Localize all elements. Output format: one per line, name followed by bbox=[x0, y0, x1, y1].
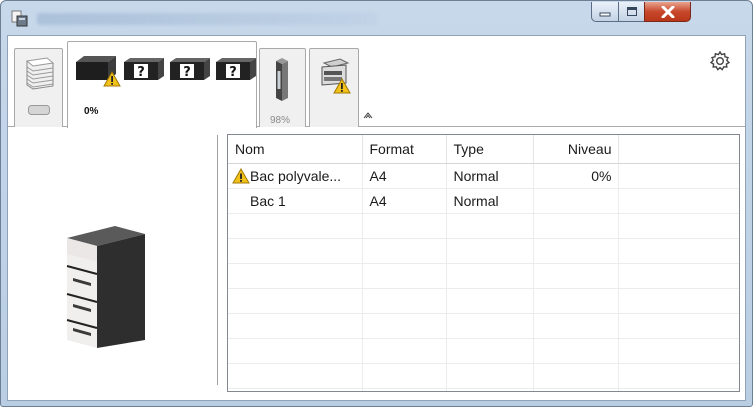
cartridge-unknown-icon: ? bbox=[124, 58, 164, 80]
empty-row bbox=[228, 338, 739, 364]
tray-name: Bac 1 bbox=[250, 192, 286, 209]
svg-text:?: ? bbox=[137, 65, 145, 80]
cartridge-unknown-icon: ? bbox=[216, 58, 256, 80]
svg-text:?: ? bbox=[229, 65, 237, 80]
empty-cell bbox=[618, 188, 739, 214]
column-header-format[interactable]: Format bbox=[362, 135, 447, 164]
title-bar[interactable] bbox=[1, 1, 752, 35]
svg-text:?: ? bbox=[183, 65, 191, 80]
gear-icon[interactable] bbox=[709, 50, 731, 72]
tray-name: Bac polyvale... bbox=[250, 167, 342, 184]
tray-level bbox=[533, 188, 619, 214]
tray-name-cell: Bac polyvale... bbox=[228, 163, 363, 189]
tab-paper[interactable] bbox=[14, 48, 63, 127]
empty-row bbox=[228, 238, 739, 264]
minimize-icon bbox=[599, 12, 611, 16]
empty-cell bbox=[618, 163, 739, 189]
tab-cartridges[interactable]: ? ? ? 0% bbox=[67, 41, 257, 128]
toner-icon bbox=[276, 58, 288, 101]
tray-type: Normal bbox=[446, 188, 534, 214]
tray-format: A4 bbox=[362, 163, 447, 189]
table-row[interactable]: Bac polyvale... A4 Normal 0% bbox=[228, 163, 739, 189]
toolbar: ? ? ? 0% 98% bbox=[8, 36, 745, 128]
column-header-name[interactable]: Nom bbox=[228, 135, 363, 164]
maximize-icon bbox=[626, 7, 637, 16]
printer-image bbox=[66, 226, 145, 348]
toner-level-label: 98% bbox=[270, 115, 291, 126]
table-row[interactable]: Bac 1 A4 Normal bbox=[228, 188, 739, 214]
empty-row bbox=[228, 288, 739, 314]
collapse-icon[interactable] bbox=[363, 111, 373, 119]
client-area: ? ? ? 0% 98% Nom Format Type Niveau Bac … bbox=[7, 35, 746, 401]
app-printer-icon bbox=[11, 10, 28, 27]
paper-tray-indicator bbox=[28, 105, 50, 115]
empty-row bbox=[228, 363, 739, 389]
paper-stack-icon bbox=[25, 57, 55, 90]
tray-type: Normal bbox=[446, 163, 534, 189]
paper-tray-list: Nom Format Type Niveau Bac polyvale... A… bbox=[227, 134, 740, 392]
cartridge-warning-icon bbox=[76, 56, 121, 87]
column-header-type[interactable]: Type bbox=[446, 135, 534, 164]
column-header-level[interactable]: Niveau bbox=[533, 135, 619, 164]
splitter[interactable] bbox=[217, 135, 218, 385]
table-header: Nom Format Type Niveau bbox=[228, 135, 739, 164]
close-icon bbox=[661, 5, 674, 18]
device-warning-icon bbox=[321, 58, 351, 94]
empty-row bbox=[228, 263, 739, 289]
empty-row bbox=[228, 388, 739, 391]
tab-toner[interactable]: 98% bbox=[259, 48, 306, 127]
cartridge-level-label: 0% bbox=[84, 106, 99, 117]
warning-icon bbox=[232, 167, 250, 183]
column-header-empty bbox=[618, 135, 739, 164]
empty-row bbox=[228, 313, 739, 339]
tray-level: 0% bbox=[533, 163, 619, 189]
tray-name-cell: Bac 1 bbox=[228, 188, 363, 214]
cartridge-unknown-icon: ? bbox=[170, 58, 210, 80]
paper-tray-table: Nom Format Type Niveau Bac polyvale... A… bbox=[228, 135, 739, 391]
minimize-button[interactable] bbox=[591, 2, 619, 22]
empty-row bbox=[228, 213, 739, 239]
title-blur bbox=[37, 13, 377, 25]
tab-device[interactable] bbox=[309, 48, 359, 127]
maximize-button[interactable] bbox=[618, 2, 645, 22]
close-button[interactable] bbox=[644, 2, 691, 22]
status-monitor-window: ? ? ? 0% 98% Nom Format Type Niveau Bac … bbox=[0, 0, 753, 407]
tray-format: A4 bbox=[362, 188, 447, 214]
